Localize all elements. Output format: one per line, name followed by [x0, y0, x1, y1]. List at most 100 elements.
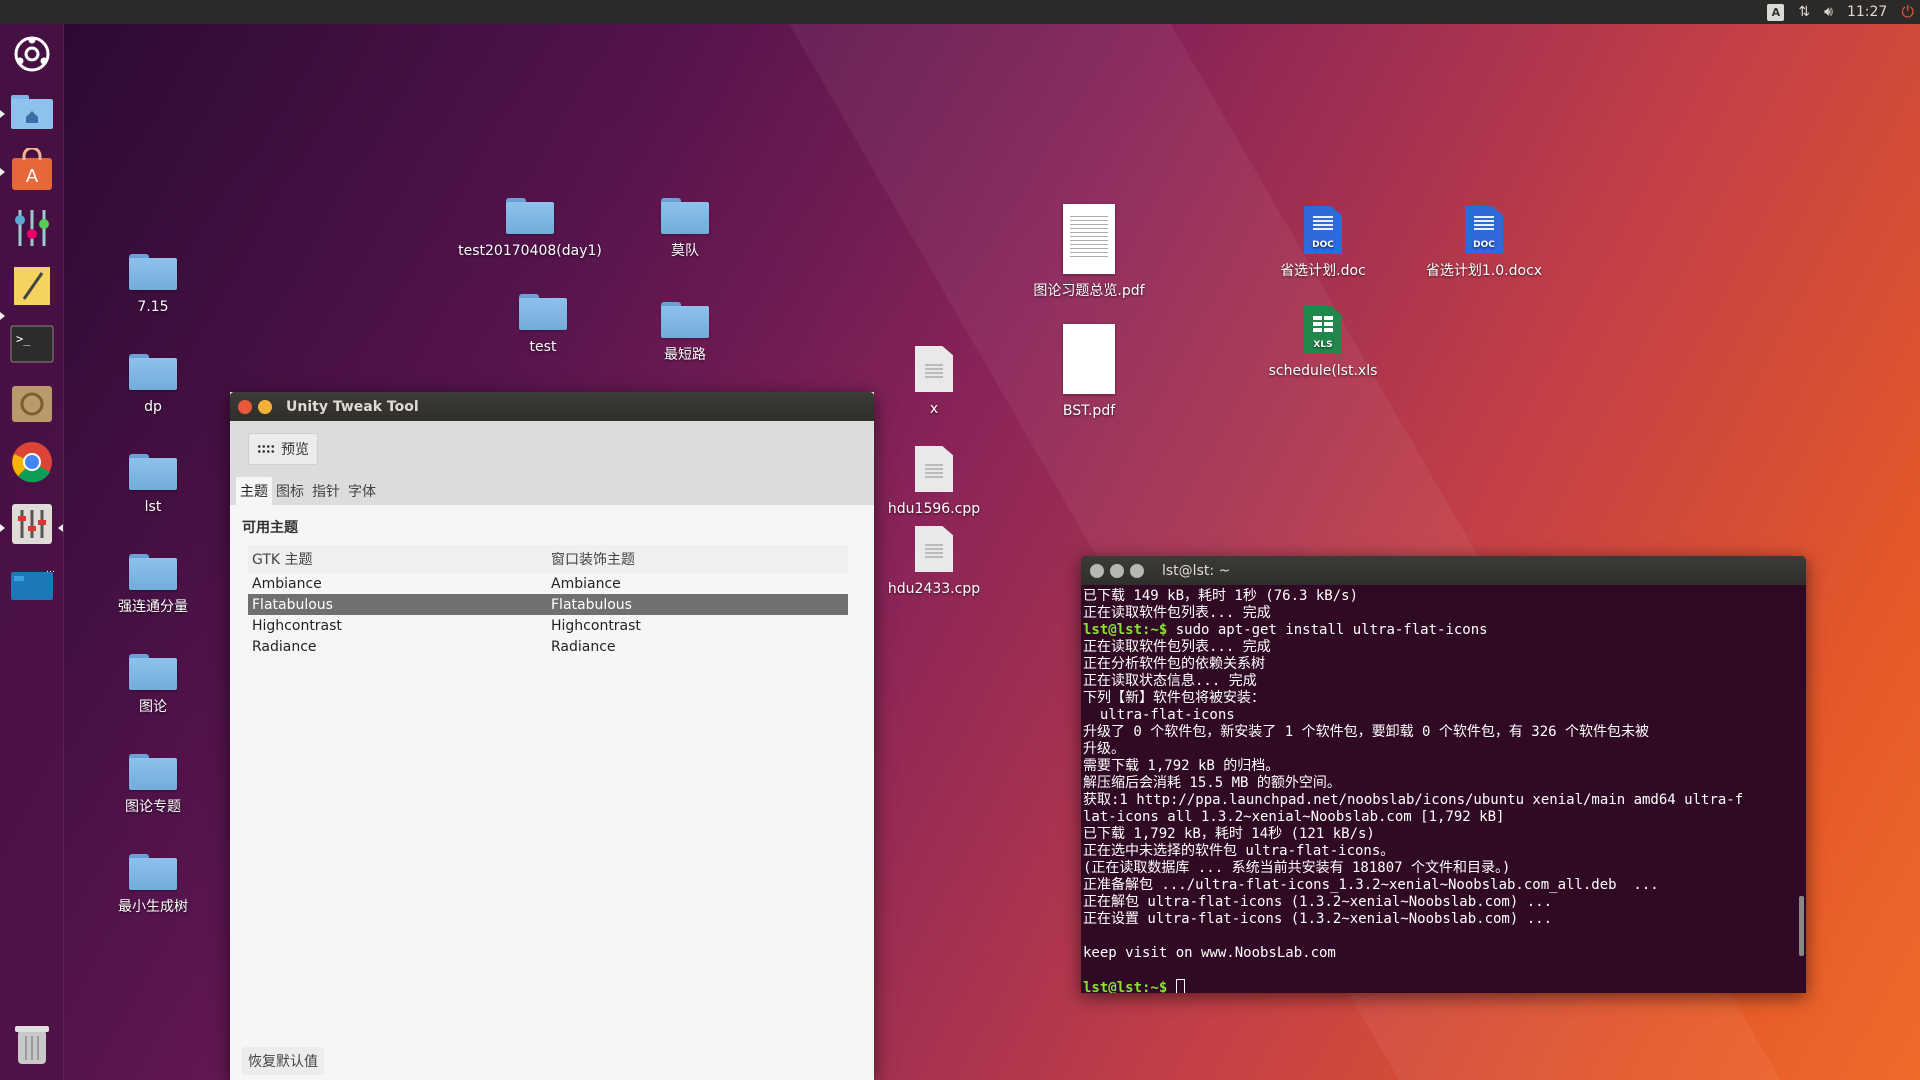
xls-file-icon: XLS [1304, 306, 1342, 354]
pdf-thumbnail-icon [1063, 324, 1115, 394]
desktop-file[interactable]: XLS schedule(lst.xls [1258, 306, 1388, 380]
text-file-icon [915, 446, 953, 492]
desktop-file[interactable]: 图论习题总览.pdf [1024, 204, 1154, 300]
table-row[interactable]: Ambiance Ambiance [248, 573, 848, 594]
trash-icon[interactable] [8, 1020, 56, 1068]
desktop-folder[interactable]: test20170408(day1) [458, 198, 602, 260]
workspace-switcher-icon[interactable]: … [8, 560, 56, 608]
terminal-output[interactable]: 已下载 149 kB，耗时 1秒 (76.3 kB/s) 正在读取软件包列表...… [1081, 585, 1806, 993]
window-titlebar[interactable]: lst@lst: ~ [1081, 556, 1806, 585]
command: sudo apt-get install ultra-flat-icons [1167, 622, 1488, 638]
running-indicator [0, 110, 5, 118]
pdf-thumbnail-icon [1063, 204, 1115, 274]
desktop-folder[interactable]: 莫队 [620, 198, 750, 260]
software-center-icon[interactable]: A [8, 146, 56, 194]
minimize-button[interactable] [258, 399, 272, 414]
terminal-line: 正在读取软件包列表... 完成 [1083, 605, 1271, 621]
terminal-line: ultra-flat-icons [1083, 707, 1235, 723]
terminal-icon[interactable]: >_ [8, 320, 56, 368]
toolbar: 预览 [230, 421, 874, 477]
tab-cursor[interactable]: 指针 [308, 477, 344, 505]
text-editor-icon[interactable] [8, 262, 56, 310]
preview-button[interactable]: 预览 [248, 433, 318, 465]
terminal-line: 需要下载 1,792 kB 的归档。 [1083, 758, 1280, 774]
dash-icon[interactable] [8, 30, 56, 78]
terminal-line: 正在读取状态信息... 完成 [1083, 673, 1257, 689]
desktop-folder[interactable]: 最小生成树 [88, 854, 218, 916]
terminal-line: 升级了 0 个软件包，新安装了 1 个软件包，要卸载 0 个软件包，有 326 … [1083, 724, 1649, 740]
folder-icon [519, 294, 567, 330]
table-row[interactable]: Radiance Radiance [248, 636, 848, 657]
archive-icon[interactable] [8, 380, 56, 428]
desktop-folder[interactable]: test [478, 294, 608, 356]
desktop-folder[interactable]: lst [88, 454, 218, 516]
desktop-folder[interactable]: 最短路 [620, 302, 750, 364]
desktop-folder[interactable]: 图论专题 [88, 754, 218, 816]
desktop-file[interactable]: hdu2433.cpp [869, 526, 999, 598]
tab-bar: 主题 图标 指针 字体 [230, 477, 874, 505]
keyboard-indicator[interactable]: A [1767, 3, 1785, 21]
unity-tweak-icon[interactable] [8, 500, 56, 548]
terminal-line: 正在分析软件包的依赖关系树 [1083, 656, 1265, 672]
doc-file-icon: DOC [1465, 206, 1503, 254]
column-header[interactable]: 窗口装饰主题 [551, 549, 848, 569]
desktop-folder[interactable]: dp [88, 354, 218, 416]
desktop-file[interactable]: DOC 省选计划1.0.docx [1414, 206, 1554, 280]
folder-icon [129, 854, 177, 890]
desktop-file[interactable]: hdu1596.cpp [869, 446, 999, 518]
terminal-line: 获取:1 http://ppa.launchpad.net/noobslab/i… [1083, 792, 1744, 808]
text-file-icon [915, 526, 953, 572]
terminal-line: 正在设置 ultra-flat-icons (1.3.2~xenial~Noob… [1083, 911, 1553, 927]
terminal-line: 正在解包 ultra-flat-icons (1.3.2~xenial~Noob… [1083, 894, 1553, 910]
power-icon[interactable]: ⏻ [1901, 2, 1914, 22]
text-cursor [1175, 979, 1185, 993]
folder-icon [129, 654, 177, 690]
svg-text:A: A [26, 166, 39, 187]
desktop-file[interactable]: x [869, 346, 999, 418]
folder-icon [129, 754, 177, 790]
window-title: lst@lst: ~ [1162, 562, 1231, 579]
close-button[interactable] [1090, 563, 1104, 578]
folder-icon [129, 254, 177, 290]
window-title: Unity Tweak Tool [286, 398, 419, 415]
terminal-line: 正准备解包 .../ultra-flat-icons_1.3.2~xenial~… [1083, 877, 1659, 893]
terminal-line: 升级。 [1083, 741, 1125, 757]
desktop-file[interactable]: BST.pdf [1024, 324, 1154, 420]
clock[interactable]: 11:27 [1847, 4, 1887, 20]
table-row[interactable]: Highcontrast Highcontrast [248, 615, 848, 636]
maximize-button[interactable] [1130, 563, 1144, 578]
files-icon[interactable] [8, 88, 56, 136]
desktop-file[interactable]: DOC 省选计划.doc [1258, 206, 1388, 280]
restore-defaults-button[interactable]: 恢复默认值 [242, 1047, 324, 1075]
tab-icons[interactable]: 图标 [272, 477, 308, 505]
terminal-line: 下列【新】软件包将被安装： [1083, 690, 1265, 706]
tab-fonts[interactable]: 字体 [344, 477, 380, 505]
terminal-prompt-line: lst@lst:~$ sudo apt-get install ultra-fl… [1083, 622, 1806, 639]
grid-icon [257, 444, 275, 454]
minimize-button[interactable] [1110, 563, 1124, 578]
desktop-folder[interactable]: 强连通分量 [88, 554, 218, 616]
terminal-line: 已下载 149 kB，耗时 1秒 (76.3 kB/s) [1083, 588, 1359, 604]
table-row-selected[interactable]: Flatabulous Flatabulous [248, 594, 848, 615]
desktop-folder[interactable]: 图论 [88, 654, 218, 716]
folder-icon [506, 198, 554, 234]
doc-file-icon: DOC [1304, 206, 1342, 254]
folder-icon [661, 302, 709, 338]
terminal-line: keep visit on www.NoobsLab.com [1083, 945, 1336, 961]
column-header[interactable]: GTK 主题 [248, 549, 551, 569]
volume-icon[interactable]: 🔊︎ [1824, 4, 1833, 20]
tab-theme[interactable]: 主题 [236, 477, 272, 505]
folder-icon [661, 198, 709, 234]
network-icon[interactable]: ⇅ [1798, 4, 1810, 20]
terminal-line: (正在读取数据库 ... 系统当前共安装有 181807 个文件和目录。) [1083, 860, 1511, 876]
desktop-folder[interactable]: 7.15 [88, 254, 218, 316]
launcher: A >_ … [0, 24, 64, 1080]
chrome-icon[interactable] [8, 438, 56, 486]
window-titlebar[interactable]: Unity Tweak Tool [230, 392, 874, 421]
terminal-line: 解压缩后会消耗 15.5 MB 的额外空间。 [1083, 775, 1341, 791]
settings-icon[interactable] [8, 204, 56, 252]
scrollbar[interactable] [1799, 896, 1804, 956]
svg-text:>_: >_ [16, 332, 31, 346]
close-button[interactable] [238, 399, 252, 414]
active-indicator [58, 524, 63, 532]
